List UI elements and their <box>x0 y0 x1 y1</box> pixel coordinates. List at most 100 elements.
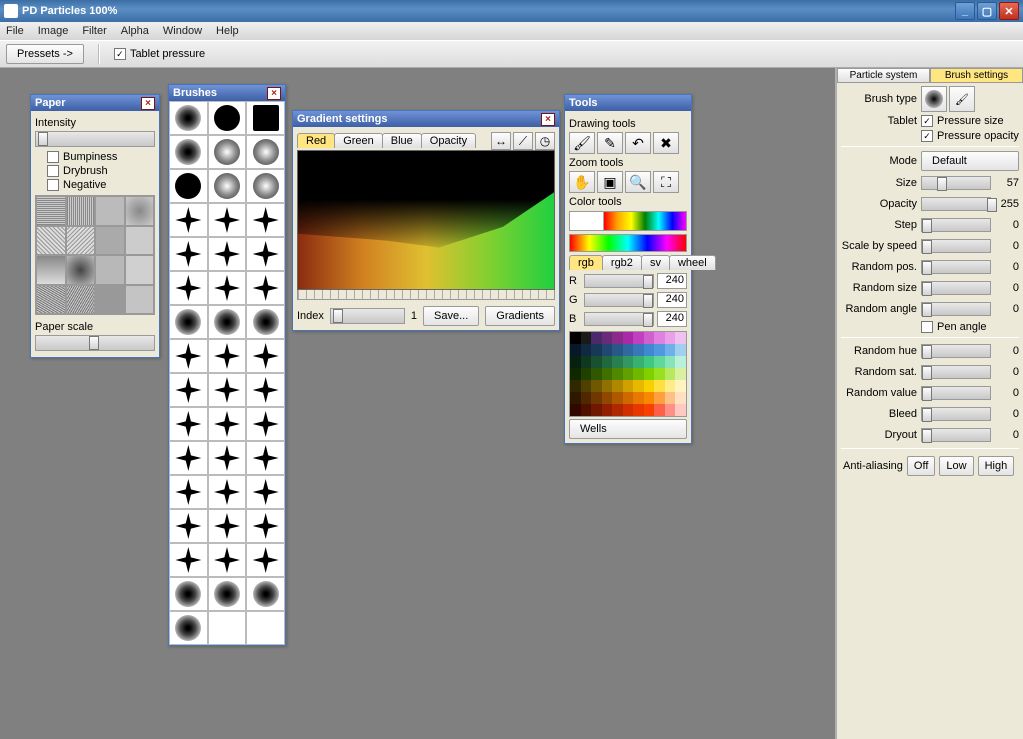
brush-preset[interactable] <box>169 203 208 237</box>
maximize-button[interactable]: ▢ <box>977 2 997 20</box>
brush-preset[interactable] <box>169 305 208 339</box>
save-button[interactable]: Save... <box>423 306 479 326</box>
brush-preset[interactable] <box>169 577 208 611</box>
brush-preset[interactable] <box>208 407 247 441</box>
brush-preset[interactable] <box>246 237 285 271</box>
brush-preset[interactable] <box>208 101 247 135</box>
color-swatch[interactable] <box>623 344 634 356</box>
brush-preset[interactable] <box>246 101 285 135</box>
color-swatch[interactable] <box>623 356 634 368</box>
undo-icon[interactable]: ↶ <box>625 132 651 154</box>
brush-preset[interactable] <box>246 135 285 169</box>
color-swatch[interactable] <box>654 332 665 344</box>
g-value[interactable]: 240 <box>657 292 687 308</box>
random-size-slider[interactable] <box>921 281 991 295</box>
brush-preset[interactable] <box>208 237 247 271</box>
color-swatch[interactable] <box>644 392 655 404</box>
color-swatch[interactable] <box>602 356 613 368</box>
brush-preset[interactable] <box>208 543 247 577</box>
paper-texture[interactable] <box>95 255 125 285</box>
color-swatch[interactable] <box>570 404 581 416</box>
color-swatch[interactable] <box>612 404 623 416</box>
tab-opacity[interactable]: Opacity <box>421 133 476 148</box>
color-swatch[interactable] <box>591 344 602 356</box>
color-swatch[interactable] <box>633 368 644 380</box>
paper-texture[interactable] <box>36 226 66 256</box>
brush-icon[interactable]: 🖌 <box>569 132 595 154</box>
color-swatch[interactable] <box>612 344 623 356</box>
color-swatch[interactable] <box>591 380 602 392</box>
aa-high-button[interactable]: High <box>978 456 1015 476</box>
tab-rgb[interactable]: rgb <box>569 255 603 270</box>
color-swatch[interactable] <box>602 344 613 356</box>
random-hue-slider[interactable] <box>921 344 991 358</box>
intensity-slider[interactable] <box>35 131 155 147</box>
color-swatch[interactable] <box>633 344 644 356</box>
brush-preset[interactable] <box>208 441 247 475</box>
color-swatch[interactable] <box>675 404 686 416</box>
brush-preset[interactable] <box>169 135 208 169</box>
color-swatch[interactable] <box>644 368 655 380</box>
color-swatch[interactable] <box>675 356 686 368</box>
color-swatch[interactable] <box>654 344 665 356</box>
r-value[interactable]: 240 <box>657 273 687 289</box>
brush-preset[interactable] <box>246 577 285 611</box>
color-swatch[interactable] <box>612 332 623 344</box>
color-swatch[interactable] <box>623 404 634 416</box>
color-swatch[interactable] <box>602 380 613 392</box>
brush-preset[interactable] <box>169 169 208 203</box>
brush-preset[interactable] <box>246 271 285 305</box>
brush-preset[interactable] <box>208 611 247 645</box>
color-swatch[interactable] <box>644 356 655 368</box>
brush-preset[interactable] <box>246 169 285 203</box>
paper-texture[interactable] <box>125 285 155 315</box>
r-slider[interactable] <box>584 274 654 288</box>
brush-preset[interactable] <box>169 509 208 543</box>
paper-texture[interactable] <box>36 255 66 285</box>
paper-texture[interactable] <box>125 196 155 226</box>
color-swatch[interactable] <box>570 392 581 404</box>
color-swatch[interactable] <box>591 356 602 368</box>
color-swatch[interactable] <box>591 368 602 380</box>
color-swatch[interactable] <box>570 344 581 356</box>
brush-preset[interactable] <box>208 373 247 407</box>
color-swatch[interactable] <box>633 392 644 404</box>
color-swatch[interactable] <box>633 380 644 392</box>
fit-icon[interactable]: ▣ <box>597 171 623 193</box>
tab-green[interactable]: Green <box>334 133 383 148</box>
color-swatch[interactable] <box>591 404 602 416</box>
color-swatch[interactable] <box>675 344 686 356</box>
color-swatch[interactable] <box>570 332 581 344</box>
opacity-slider[interactable] <box>921 197 991 211</box>
zoom-icon[interactable]: 🔍 <box>625 171 651 193</box>
brush-preset[interactable] <box>246 611 285 645</box>
color-swatch[interactable] <box>581 368 592 380</box>
brush-preset[interactable] <box>169 543 208 577</box>
tab-brush-settings[interactable]: Brush settings <box>930 68 1023 83</box>
color-swatch[interactable] <box>581 344 592 356</box>
paper-texture[interactable] <box>66 285 96 315</box>
color-swatch[interactable] <box>581 392 592 404</box>
brush-type-stroke[interactable]: 🖌 <box>949 86 975 112</box>
brush-preset[interactable] <box>246 305 285 339</box>
color-swatch[interactable] <box>581 404 592 416</box>
paper-texture[interactable] <box>125 226 155 256</box>
color-swatch[interactable] <box>675 332 686 344</box>
menu-file[interactable]: File <box>6 25 24 37</box>
paper-texture[interactable] <box>66 196 96 226</box>
brush-preset[interactable] <box>169 441 208 475</box>
color-swatch[interactable] <box>623 380 634 392</box>
paper-texture[interactable] <box>95 196 125 226</box>
paper-texture[interactable] <box>95 285 125 315</box>
brush-type-soft[interactable] <box>921 86 947 112</box>
color-swatch[interactable] <box>581 380 592 392</box>
brush-preset[interactable] <box>169 339 208 373</box>
brush-preset[interactable] <box>208 475 247 509</box>
brush-preset[interactable] <box>169 101 208 135</box>
brush-preset[interactable] <box>169 237 208 271</box>
color-swatch[interactable] <box>623 392 634 404</box>
expand-icon[interactable]: ⛶ <box>653 171 679 193</box>
color-swatch[interactable] <box>612 380 623 392</box>
color-swatch[interactable] <box>570 368 581 380</box>
brush-preset[interactable] <box>246 407 285 441</box>
